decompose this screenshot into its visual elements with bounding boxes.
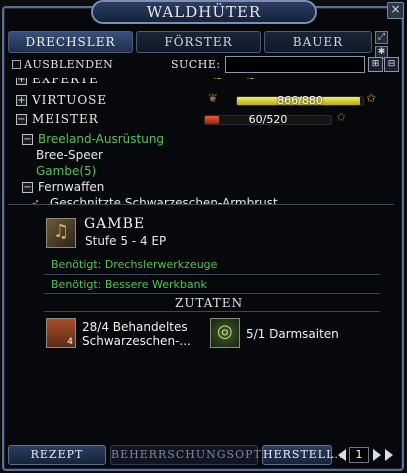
star-icon: ✩: [366, 91, 377, 105]
expand-icon[interactable]: +: [16, 78, 27, 85]
close-button[interactable]: ×: [387, 2, 404, 19]
crossbow-icon: ➶: [30, 196, 41, 205]
viol-icon[interactable]: ♫: [46, 218, 76, 248]
search-input[interactable]: [225, 56, 365, 73]
mastery-options-button[interactable]: BEHERRSCHUNGSOPTIO...: [110, 445, 289, 465]
recipe-name: Bree-Speer: [36, 148, 103, 162]
star-icon: ✩: [336, 110, 347, 124]
meister-progress-text: 60/520: [248, 113, 288, 126]
collapse-icon[interactable]: −: [22, 134, 33, 145]
recipe-name: Geschnitzte Schwarzeschen-Armbrust: [49, 196, 278, 205]
list-item[interactable]: ➶ Geschnitzte Schwarzeschen-Armbrust: [30, 196, 278, 205]
collapse-icon[interactable]: −: [16, 114, 27, 125]
list-item-selected[interactable]: Gambe(5): [36, 164, 96, 180]
viol-glyph-icon: ♫: [53, 221, 70, 242]
ingredient-line: Schwarzeschen-...: [82, 334, 191, 348]
ingredient-line: 5/1 Darmsaiten: [246, 327, 339, 341]
divider: [44, 293, 380, 294]
fleur-icon: ❦: [208, 91, 219, 105]
collapse-icon[interactable]: −: [22, 182, 33, 193]
category-label: MEISTER: [32, 112, 99, 126]
gut-string-icon[interactable]: ◎: [210, 318, 240, 348]
bottom-bar: REZEPT BEHERRSCHUNGSOPTIO... HERSTELL...…: [8, 445, 398, 467]
item-name: GAMBE: [84, 216, 146, 232]
coil-glyph-icon: ◎: [217, 321, 233, 342]
craft-button[interactable]: HERSTELL...: [262, 445, 347, 465]
collapse-all-icon[interactable]: ⊟: [384, 57, 399, 72]
requirement-workbench: Benötigt: Bessere Werkbank: [51, 278, 207, 291]
recipe-name: Gambe(5): [36, 164, 97, 178]
quantity-input[interactable]: 1: [349, 447, 369, 463]
expand-icon[interactable]: ⤢: [375, 31, 388, 44]
ingredients-title: ZUTATEN: [175, 296, 244, 310]
tab-foerster[interactable]: FÖRSTER: [136, 31, 261, 53]
expand-all-icon[interactable]: ⊞: [368, 57, 383, 72]
filter-row: AUSBLENDEN SUCHE: ⊞ ⊟: [10, 56, 399, 76]
max-arrow-icon[interactable]: [385, 449, 393, 461]
fleur-icon: ❧: [246, 78, 256, 84]
group-label: Breeland-Ausrüstung: [38, 132, 165, 146]
requirement-tools: Benötigt: Drechslerwerkzeuge: [51, 258, 218, 271]
increase-arrow-icon[interactable]: [373, 449, 381, 461]
category-label: EXPERTE: [32, 78, 99, 86]
search-label: SUCHE:: [171, 58, 221, 71]
list-item[interactable]: Bree-Speer: [36, 148, 103, 164]
group-label: Fernwaffen: [38, 180, 105, 194]
hide-label: AUSBLENDEN: [24, 58, 114, 71]
wood-plank-icon[interactable]: 4: [46, 318, 76, 348]
category-label: VIRTUOSE: [32, 93, 108, 107]
recipe-list[interactable]: + EXPERTE ❧ ❧ + VIRTUOSE ❦ 866/880 ✩ − M…: [8, 78, 394, 205]
fleur-icon: ❧: [213, 78, 223, 84]
recipe-button[interactable]: REZEPT: [8, 445, 106, 465]
ingredient-line: 28/4 Behandeltes: [82, 320, 188, 334]
divider: [44, 311, 380, 312]
item-tier: Stufe 5 - 4 EP: [85, 234, 167, 248]
expand-icon[interactable]: +: [16, 95, 27, 106]
ingredient-count: 4: [67, 337, 73, 347]
meister-progress-bar: 60/520: [204, 113, 332, 126]
decrease-arrow-icon[interactable]: [338, 449, 346, 461]
tab-drechsler[interactable]: DRECHSLER: [8, 31, 133, 53]
recipe-detail: ♫ GAMBE Stufe 5 - 4 EP Benötigt: Drechsl…: [8, 210, 396, 440]
list-item[interactable]: − MEISTER 60/520 ✩: [8, 110, 394, 128]
divider: [44, 274, 380, 275]
window-title: WALDHÜTER: [146, 3, 262, 21]
virtuose-progress-bar: 866/880: [236, 94, 364, 107]
list-item[interactable]: + VIRTUOSE ❦ 866/880 ✩: [8, 91, 394, 109]
window-titlebar[interactable]: WALDHÜTER: [91, 0, 317, 24]
hide-checkbox[interactable]: [12, 60, 21, 69]
tab-bauer[interactable]: BAUER: [264, 31, 372, 53]
virtuose-progress-text: 866/880: [277, 94, 323, 107]
